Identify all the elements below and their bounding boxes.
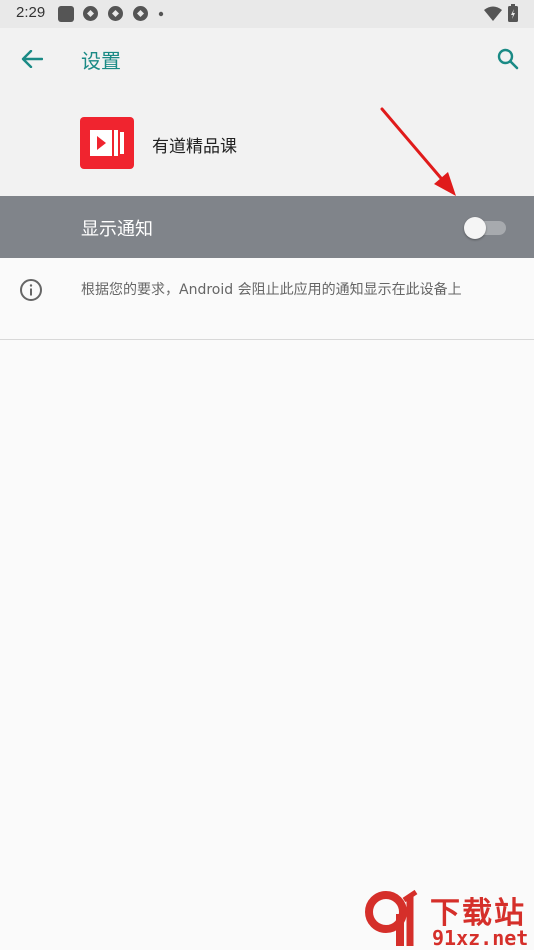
info-text: 根据您的要求，Android 会阻止此应用的通知显示在此设备上 xyxy=(81,282,462,298)
dot-icon xyxy=(158,11,164,16)
site-logo-icon xyxy=(365,889,418,946)
notification-square-icon xyxy=(58,5,74,22)
info-row: 根据您的要求，Android 会阻止此应用的通知显示在此设备上 xyxy=(0,258,534,340)
page-title: 设置 xyxy=(81,49,121,73)
back-arrow-icon xyxy=(21,50,43,68)
sync-icon xyxy=(83,6,98,21)
info-icon xyxy=(20,279,42,301)
app-bar: 设置 xyxy=(0,28,534,90)
switch-thumb xyxy=(464,217,486,239)
watermark-domain: 91xz.net xyxy=(432,926,529,950)
sync-icon xyxy=(133,6,148,21)
video-course-icon xyxy=(90,130,124,156)
wifi-icon xyxy=(484,6,502,21)
status-time: 2:29 xyxy=(16,4,46,21)
show-notifications-label: 显示通知 xyxy=(81,219,153,240)
app-name: 有道精品课 xyxy=(152,137,237,157)
show-notifications-switch[interactable] xyxy=(464,217,506,239)
app-icon xyxy=(80,117,134,169)
search-button[interactable] xyxy=(494,45,522,73)
watermark: 下载站 91xz.net xyxy=(362,886,534,950)
battery-icon xyxy=(508,4,518,22)
search-icon xyxy=(497,48,519,70)
status-bar: 2:29 xyxy=(0,0,534,28)
back-button[interactable] xyxy=(16,45,48,73)
show-notifications-row[interactable]: 显示通知 xyxy=(0,196,534,258)
status-icons-left xyxy=(58,5,165,22)
annotation-arrow-icon xyxy=(380,107,456,196)
status-icons-right xyxy=(484,4,518,22)
sync-icon xyxy=(108,6,123,21)
